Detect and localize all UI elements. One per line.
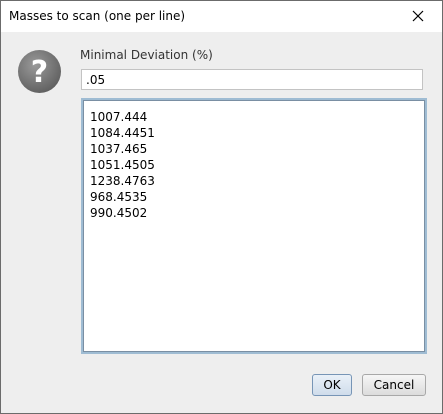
window-title: Masses to scan (one per line) xyxy=(9,9,186,23)
title-bar[interactable]: Masses to scan (one per line) xyxy=(1,1,442,32)
question-icon: ? xyxy=(18,50,61,93)
minimal-deviation-input[interactable] xyxy=(81,69,423,90)
svg-text:?: ? xyxy=(31,55,48,90)
masses-textarea-frame: 1007.444 1084.4451 1037.465 1051.4505 12… xyxy=(81,98,427,354)
dialog-window: Masses to scan (one per line) ? Minimal … xyxy=(0,0,443,414)
cancel-button[interactable]: Cancel xyxy=(362,374,426,396)
close-icon xyxy=(412,10,424,22)
close-button[interactable] xyxy=(396,1,442,32)
minimal-deviation-label: Minimal Deviation (%) xyxy=(80,48,213,62)
masses-textarea[interactable]: 1007.444 1084.4451 1037.465 1051.4505 12… xyxy=(83,100,425,352)
ok-button[interactable]: OK xyxy=(312,374,352,396)
